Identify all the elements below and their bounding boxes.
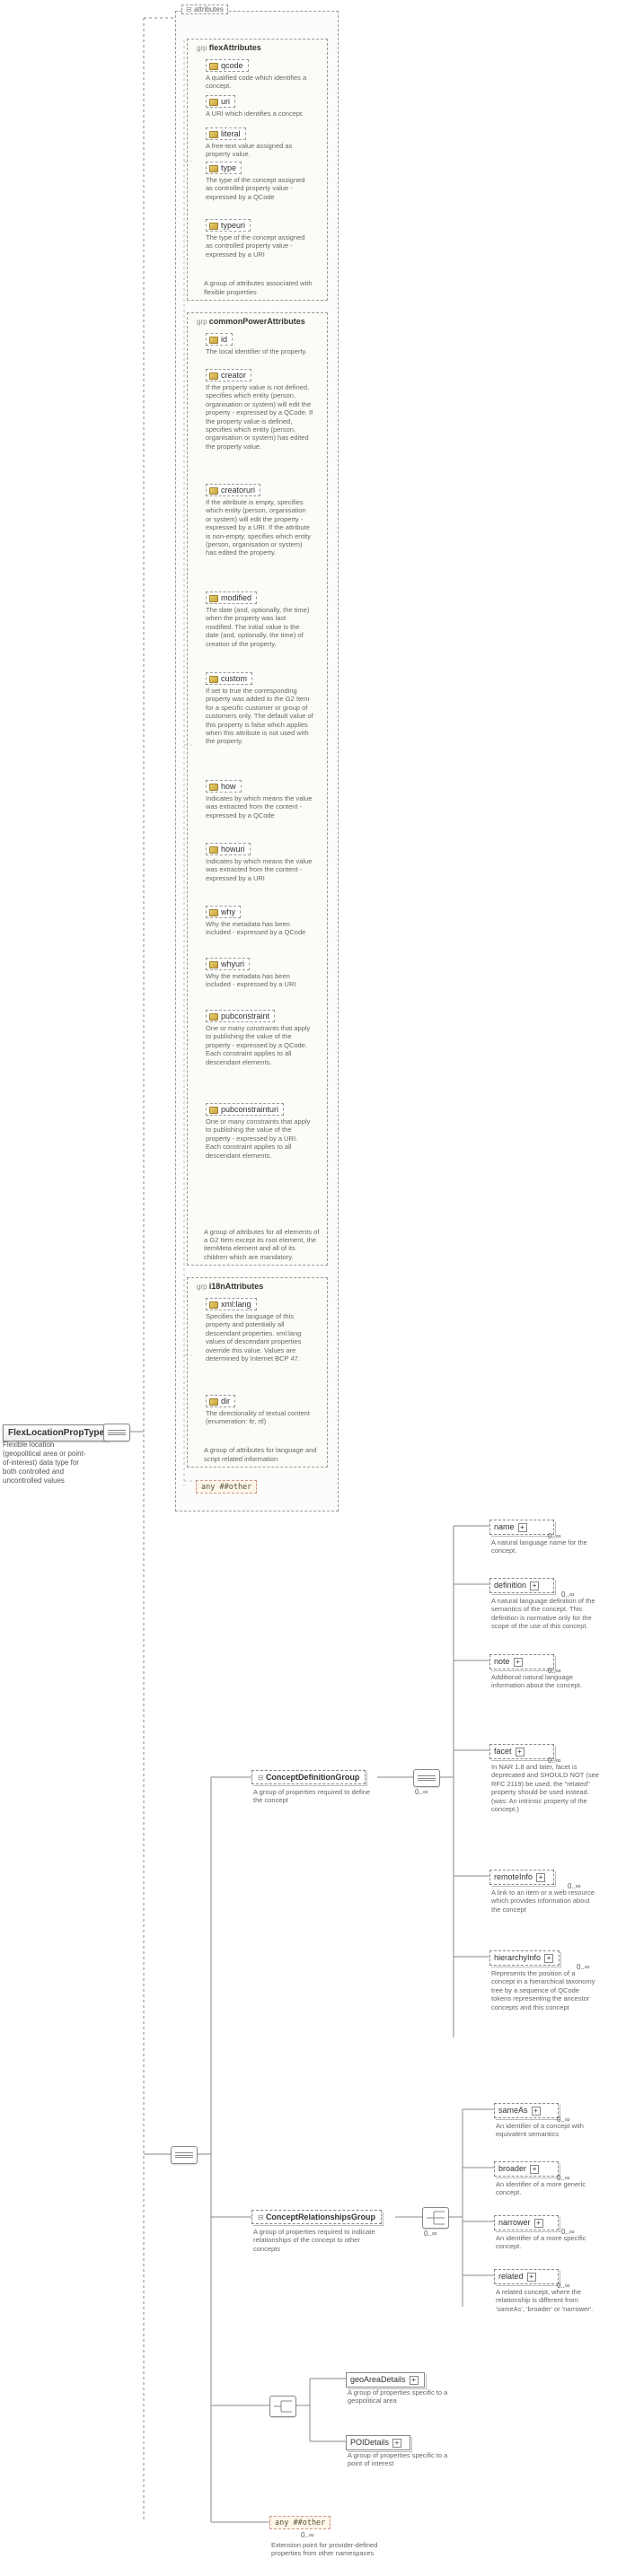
leaf-definition: definition+ — [489, 1578, 554, 1593]
group-i18nAttributes: i18nAttributes xml:langSpecifies the lan… — [187, 1277, 328, 1468]
flex-header: flexAttributes — [197, 43, 261, 52]
attr-typeuri: typeuriThe type of the concept assigned … — [206, 219, 313, 258]
attr-any-other: any ##other — [196, 1480, 257, 1494]
element-any-other: any ##other — [269, 2516, 331, 2529]
i18n-header: i18nAttributes — [197, 1282, 263, 1291]
attr-type: typeThe type of the concept assigned as … — [206, 162, 313, 201]
content-sequence-icon — [171, 2146, 198, 2164]
concept-rel-group-desc: A group of properties required to indica… — [253, 2228, 379, 2253]
flex-group-desc: A group of attributes associated with fl… — [204, 279, 321, 296]
attr-how: howIndicates by which means the value wa… — [206, 780, 313, 819]
root-type-desc: Flexible location (geopolitical area or … — [3, 1441, 93, 1485]
attr-uri: uriA URI which identifies a concept. — [206, 95, 304, 118]
diagram-canvas: FlexLocationPropType Flexible location (… — [0, 0, 617, 2576]
group-flexAttributes: flexAttributes qcodeA qualified code whi… — [187, 39, 328, 301]
concept-def-occ: 0..∞ — [415, 1788, 428, 1796]
root-type-name: FlexLocationPropType — [8, 1428, 104, 1438]
any-other-element-desc: Extension point for provider-defined pro… — [271, 2541, 379, 2558]
attr-pubconstrainturi: pubconstrainturiOne or many constraints … — [206, 1103, 313, 1160]
attr-why: whyWhy the metadata has been included - … — [206, 906, 313, 937]
main-sequence-icon — [103, 1424, 130, 1441]
leaf-POIDetails: POIDetails+ — [346, 2435, 410, 2450]
leaf-POIDetails-desc: A group of properties specific to a poin… — [348, 2451, 455, 2468]
special-choice-icon — [269, 2396, 296, 2417]
common-header: commonPowerAttributes — [197, 317, 305, 326]
leaf-narrower-desc: An identifier of a more specific concept… — [496, 2234, 604, 2251]
concept-def-sequence-icon — [413, 1769, 440, 1787]
i18n-group-desc: A group of attributes for language and s… — [204, 1446, 321, 1463]
any-other-element-label: any ##other — [275, 2519, 325, 2528]
leaf-sameAs-desc: An identifier of a concept with equivale… — [496, 2122, 604, 2139]
attr-creatoruri: creatoruriIf the attribute is empty, spe… — [206, 484, 313, 557]
concept-rel-group-box: ⊟ ConceptRelationshipsGroup — [251, 2210, 382, 2224]
leaf-name-desc: A natural language name for the concept. — [491, 1538, 599, 1555]
leaf-hierarchyInfo: hierarchyInfo+ — [489, 1950, 560, 1966]
concept-def-group-name: ConceptDefinitionGroup — [266, 1773, 360, 1782]
leaf-remoteInfo-desc: A link to an item or a web resource whic… — [491, 1888, 599, 1914]
leaf-related-desc: A related concept, where the relationshi… — [496, 2288, 604, 2313]
attr-pubconstraint: pubconstraintOne or many constraints tha… — [206, 1010, 313, 1066]
concept-rel-group-name: ConceptRelationshipsGroup — [266, 2212, 375, 2221]
attr-qcode: qcodeA qualified code which identifies a… — [206, 59, 313, 91]
attr-custom: customIf set to true the corresponding p… — [206, 672, 313, 746]
leaf-broader-desc: An identifier of a more generic concept. — [496, 2180, 604, 2197]
common-group-desc: A group of attributes for all elements o… — [204, 1228, 321, 1262]
leaf-related: related+ — [494, 2269, 559, 2284]
group-commonPowerAttributes: commonPowerAttributes idThe local identi… — [187, 312, 328, 1266]
any-other-label: any ##other — [201, 1483, 251, 1492]
leaf-geoAreaDetails-desc: A group of properties specific to a geop… — [348, 2388, 455, 2405]
attr-howuri: howuriIndicates by which means the value… — [206, 843, 313, 882]
leaf-name: name+ — [489, 1520, 554, 1535]
root-type-box: FlexLocationPropType — [3, 1424, 110, 1441]
leaf-geoAreaDetails: geoAreaDetails+ — [346, 2372, 425, 2388]
concept-rel-occ: 0..∞ — [424, 2230, 437, 2238]
attr-whyuri: whyuriWhy the metadata has been included… — [206, 958, 313, 989]
leaf-narrower: narrower+ — [494, 2215, 559, 2230]
concept-def-group-desc: A group of properties required to define… — [253, 1788, 379, 1805]
attr-dir: dirThe directionality of textual content… — [206, 1395, 313, 1426]
group-attributes: attributes flexAttributes qcodeA qualifi… — [175, 11, 339, 1511]
leaf-sameAs: sameAs+ — [494, 2103, 559, 2118]
leaf-facet: facet+ — [489, 1744, 554, 1759]
attr-xml-lang: xml:langSpecifies the language of this p… — [206, 1298, 313, 1362]
attributes-tab-label: attributes — [181, 4, 228, 14]
attr-creator: creatorIf the property value is not defi… — [206, 369, 313, 451]
leaf-hierarchyInfo-desc: Represents the position of a concept in … — [491, 1969, 599, 2011]
leaf-note: note+ — [489, 1654, 554, 1669]
attr-id: idThe local identifier of the property. — [206, 333, 307, 355]
any-other-occ: 0..∞ — [301, 2531, 314, 2539]
leaf-definition-desc: A natural language definition of the sem… — [491, 1597, 599, 1631]
leaf-note-desc: Additional natural language information … — [491, 1673, 599, 1690]
leaf-remoteInfo: remoteInfo+ — [489, 1870, 554, 1885]
concept-rel-choice-icon — [422, 2207, 449, 2229]
attr-literal: literalA free-text value assigned as pro… — [206, 127, 313, 159]
concept-def-group-box: ⊟ ConceptDefinitionGroup — [251, 1770, 366, 1784]
leaf-broader: broader+ — [494, 2161, 559, 2177]
attr-modified: modifiedThe date (and, optionally, the t… — [206, 591, 313, 648]
leaf-facet-desc: In NAR 1.8 and later, facet is deprecate… — [491, 1763, 599, 1813]
